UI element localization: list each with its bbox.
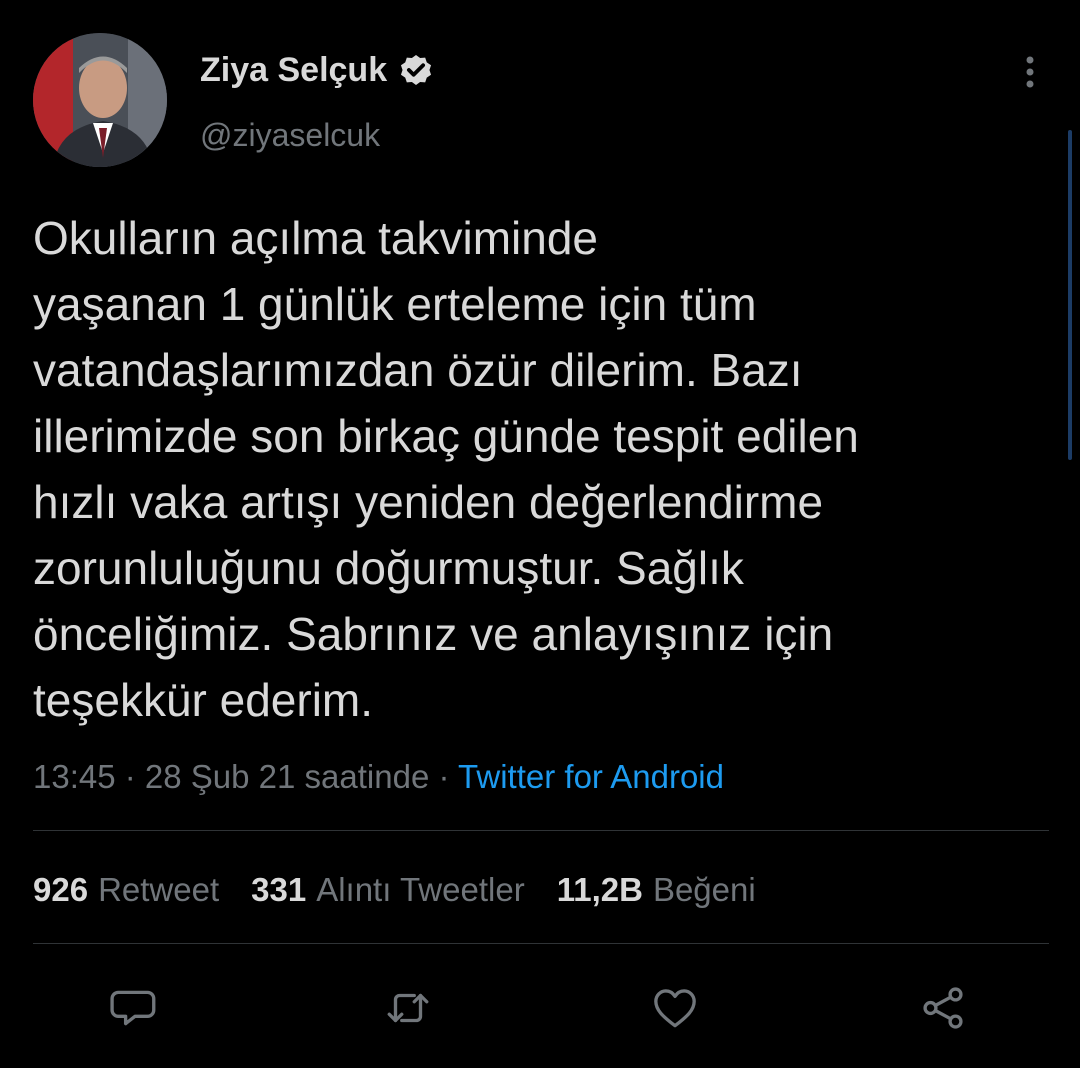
- tweet-text-line: yaşanan 1 günlük erteleme için tüm: [33, 278, 757, 330]
- reply-icon: [110, 990, 156, 1026]
- quotes-count: 331: [251, 871, 307, 908]
- tweet-meta: 13:45 · 28 Şub 21 saatinde · Twitter for…: [33, 755, 724, 799]
- divider: [33, 943, 1049, 944]
- verified-badge-icon: [397, 51, 435, 89]
- tweet-text-line: hızlı vaka artışı yeniden değerlendirme: [33, 476, 824, 528]
- author-name[interactable]: Ziya Selçuk: [200, 50, 435, 90]
- tweet-stats: 926 Retweet 331 Alıntı Tweetler 11,2B Beğen…: [33, 868, 756, 912]
- tweet-text: Okulların açılma takviminde yaşanan 1 gü…: [33, 205, 1033, 733]
- likes-count: 11,2B: [556, 871, 643, 908]
- like-button[interactable]: [650, 983, 700, 1033]
- tweet-text-line: teşekkür ederim.: [33, 674, 374, 726]
- retweets-count: 926: [33, 871, 89, 908]
- author-handle[interactable]: @ziyaselcuk: [200, 115, 380, 155]
- avatar-image: [33, 33, 167, 167]
- retweet-icon: [387, 993, 429, 1023]
- more-options-icon[interactable]: [1016, 52, 1044, 92]
- retweets-label: Retweet: [98, 871, 220, 908]
- tweet-timestamp[interactable]: 13:45 · 28 Şub 21 saatinde ·: [33, 758, 458, 795]
- tweet-text-line: Okulların açılma takviminde: [33, 212, 598, 264]
- divider: [33, 830, 1049, 831]
- share-button[interactable]: [918, 983, 968, 1033]
- retweet-button[interactable]: [383, 983, 433, 1033]
- reply-button[interactable]: [110, 983, 160, 1033]
- likes-stat[interactable]: 11,2B Beğeni: [557, 868, 756, 912]
- tweet-text-line: zorunluluğunu doğurmuştur. Sağlık: [33, 542, 744, 594]
- quotes-label: Alıntı Tweetler: [316, 871, 525, 908]
- likes-label: Beğeni: [652, 871, 756, 908]
- tweet-text-line: önceliğimiz. Sabrınız ve anlayışınız içi…: [33, 608, 834, 660]
- retweets-stat[interactable]: 926 Retweet: [33, 868, 219, 912]
- avatar[interactable]: [33, 33, 167, 167]
- share-icon: [923, 987, 963, 1029]
- tweet-text-line: vatandaşlarımızdan özür dilerim. Bazı: [33, 344, 803, 396]
- like-icon: [654, 989, 696, 1028]
- tweet-text-line: illerimizde son birkaç günde tespit edil…: [33, 410, 859, 462]
- tweet-source-link[interactable]: Twitter for Android: [458, 758, 724, 795]
- scrollbar[interactable]: [1068, 130, 1072, 460]
- author-display-name: Ziya Selçuk: [200, 51, 388, 89]
- quotes-stat[interactable]: 331 Alıntı Tweetler: [251, 868, 525, 912]
